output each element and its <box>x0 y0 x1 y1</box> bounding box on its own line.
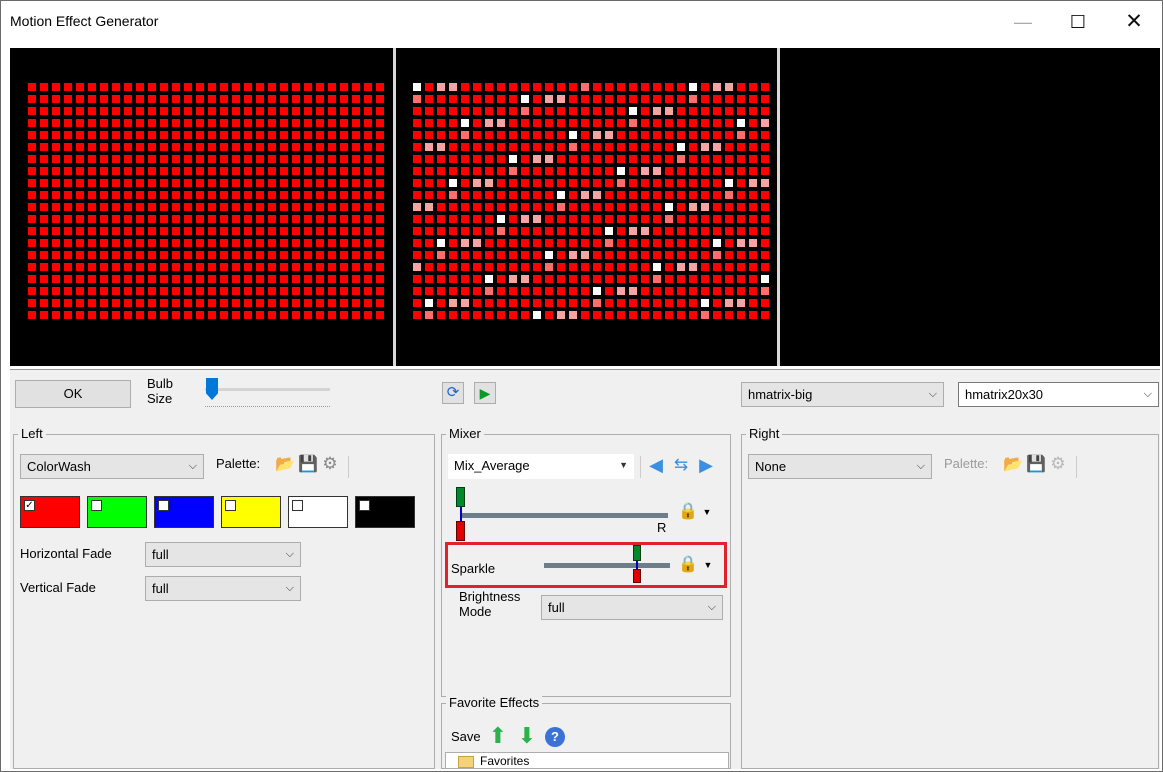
favorites-tree-item[interactable]: Favorites <box>480 754 529 768</box>
maximize-button[interactable]: ☐ <box>1055 6 1101 38</box>
help-icon[interactable]: ? <box>545 727 565 747</box>
left-group: Left ColorWash ⌵ Palette: 📂 💾 ⚙ ✓ Horizo… <box>13 426 435 769</box>
dropdown-triangle-icon: ▼ <box>619 460 628 470</box>
right-group-title: Right <box>746 426 783 442</box>
color-checkbox[interactable] <box>158 500 169 511</box>
vertical-fade-value: full <box>152 581 169 596</box>
right-effect-value: None <box>755 459 787 474</box>
refresh-icon: ⟳ <box>446 384 460 401</box>
left-effect-select[interactable]: ColorWash ⌵ <box>20 454 204 479</box>
play-icon: ▶ <box>479 385 491 401</box>
swap-arrows-icon[interactable]: ⇆ <box>670 455 692 475</box>
bulb-size-slider[interactable] <box>206 378 218 400</box>
color-checkbox[interactable] <box>359 500 370 511</box>
favorites-tree[interactable]: Favorites <box>445 752 729 769</box>
dropdown-triangle-icon[interactable]: ▼ <box>700 502 714 522</box>
minimize-button[interactable]: — <box>1000 6 1046 38</box>
close-button[interactable]: ✕ <box>1111 6 1157 38</box>
mix-slider-track[interactable] <box>462 513 668 518</box>
left-palette-label: Palette: <box>216 456 261 471</box>
left-group-title: Left <box>18 426 46 442</box>
mixer-mode-value: Mix_Average <box>454 458 530 473</box>
right-group: Right None ⌵ Palette: 📂 💾 ⚙ <box>741 426 1159 769</box>
lock-icon[interactable]: 🔒 <box>678 502 698 522</box>
mix-slider-bottom-thumb[interactable] <box>456 521 465 541</box>
horizontal-fade-value: full <box>152 547 169 562</box>
color-checkbox[interactable] <box>91 500 102 511</box>
down-arrow-icon[interactable]: ⬇ <box>515 725 539 747</box>
up-arrow-icon[interactable]: ⬆ <box>486 725 510 747</box>
color-checkbox[interactable] <box>225 500 236 511</box>
bulb-size-label: Bulb Size <box>147 376 174 406</box>
bulb-size-ticks <box>205 406 330 410</box>
play-button[interactable]: ▶ <box>474 382 496 404</box>
color-swatch[interactable] <box>355 496 415 528</box>
save-disk-icon[interactable]: 💾 <box>298 455 318 475</box>
left-effect-value: ColorWash <box>27 459 91 474</box>
gear-icon: ⚙ <box>1050 454 1066 473</box>
color-checkbox[interactable]: ✓ <box>24 500 35 511</box>
folder-icon <box>458 756 474 768</box>
horizontal-fade-label: Horizontal Fade <box>20 546 112 561</box>
right-palette-label: Palette: <box>944 456 989 471</box>
open-folder-icon: 📂 <box>1003 456 1023 473</box>
left-matrix-preview <box>28 83 384 319</box>
center-preview-panel <box>396 48 777 366</box>
color-swatch[interactable] <box>154 496 214 528</box>
right-preview-panel <box>780 48 1160 366</box>
controls-area: OK Bulb Size ⟳ ▶ hmatrix-big ⌵ hmatrix20… <box>10 369 1160 769</box>
left-preview-panel <box>10 48 393 366</box>
palette-separator <box>1076 456 1077 478</box>
vertical-fade-select[interactable]: full ⌵ <box>145 576 301 601</box>
bulb-size-track <box>205 388 330 391</box>
mixed-matrix-preview <box>413 83 769 319</box>
brightness-mode-select[interactable]: full ⌵ <box>541 595 723 620</box>
open-folder-icon[interactable]: 📂 <box>275 455 295 475</box>
save-disk-icon: 💾 <box>1026 456 1046 473</box>
app-window: Motion Effect Generator — ☐ ✕ OK Bulb Si… <box>0 0 1163 772</box>
chevron-down-icon: ⌵ <box>285 548 294 560</box>
mixer-mode-select[interactable]: Mix_Average ▼ <box>448 454 634 479</box>
left-arrow-icon[interactable]: ◀ <box>645 455 667 475</box>
color-swatch[interactable] <box>221 496 281 528</box>
color-swatch[interactable] <box>87 496 147 528</box>
gear-icon[interactable]: ⚙ <box>320 454 340 474</box>
mixer-group: Mixer Mix_Average ▼ ◀ ⇆ ▶ R 🔒 ▼ Sparkle … <box>441 426 731 697</box>
submodel-select[interactable]: hmatrix20x30 ⌵ <box>958 382 1159 407</box>
horizontal-fade-select[interactable]: full ⌵ <box>145 542 301 567</box>
mixer-group-title: Mixer <box>446 426 484 442</box>
vertical-fade-label: Vertical Fade <box>20 580 96 595</box>
chevron-down-icon: ⌵ <box>188 460 197 472</box>
model-select-value: hmatrix-big <box>748 387 813 402</box>
color-checkbox[interactable] <box>292 500 303 511</box>
favorite-effects-title: Favorite Effects <box>446 695 543 711</box>
brightness-mode-value: full <box>548 600 565 615</box>
ok-button[interactable]: OK <box>15 380 131 408</box>
right-arrow-icon[interactable]: ▶ <box>695 455 717 475</box>
chevron-down-icon: ⌵ <box>916 460 925 472</box>
loop-toggle-button[interactable]: ⟳ <box>442 382 464 404</box>
favorites-save-button[interactable]: Save <box>451 729 481 744</box>
mix-slider-top-thumb[interactable] <box>456 487 465 507</box>
chevron-down-icon: ⌵ <box>707 601 716 613</box>
palette-separator <box>348 456 349 478</box>
favorite-effects-group: Favorite Effects Save ⬆ ⬇ ? Favorites <box>441 695 731 769</box>
mixer-separator <box>640 456 641 478</box>
sparkle-highlight-box <box>445 542 727 588</box>
brightness-mode-label: Brightness Mode <box>459 589 521 619</box>
title-bar: Motion Effect Generator — ☐ ✕ <box>1 1 1162 41</box>
color-swatch[interactable]: ✓ <box>20 496 80 528</box>
mix-r-label: R <box>657 520 667 535</box>
right-effect-select[interactable]: None ⌵ <box>748 454 932 479</box>
chevron-down-icon: ⌵ <box>928 388 937 400</box>
model-select[interactable]: hmatrix-big ⌵ <box>741 382 944 407</box>
color-swatch[interactable] <box>288 496 348 528</box>
chevron-down-icon: ⌵ <box>285 582 294 594</box>
window-title: Motion Effect Generator <box>10 13 159 29</box>
submodel-select-value: hmatrix20x30 <box>965 387 1044 402</box>
chevron-down-icon: ⌵ <box>1143 388 1152 400</box>
